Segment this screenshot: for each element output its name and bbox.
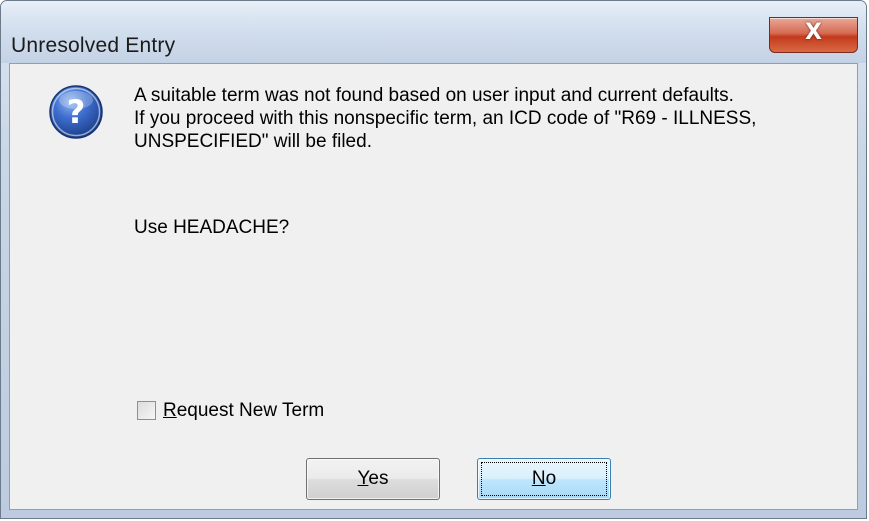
- request-new-term-label[interactable]: Request New Term: [163, 400, 324, 422]
- request-new-term-checkbox[interactable]: [137, 401, 156, 420]
- window-title: Unresolved Entry: [11, 34, 176, 57]
- request-new-term-text: Request New Term: [163, 400, 325, 421]
- message-line: UNSPECIFIED" will be filed.: [134, 131, 372, 152]
- title-bar[interactable]: Unresolved Entry X: [1, 1, 866, 63]
- no-button-label: No: [531, 468, 557, 489]
- close-icon: X: [805, 20, 822, 45]
- dialog-window: Unresolved Entry X ? A suitable term was…: [0, 0, 867, 519]
- svg-text:?: ?: [67, 93, 86, 131]
- dialog-body: ? A suitable term was not found based on…: [9, 63, 858, 510]
- message-text: A suitable term was not found based on u…: [134, 84, 854, 153]
- prompt-text: Use HEADACHE?: [134, 217, 290, 238]
- close-button[interactable]: X: [769, 17, 858, 53]
- yes-button[interactable]: Yes: [306, 458, 440, 500]
- message-line: If you proceed with this nonspecific ter…: [134, 108, 757, 129]
- question-icon: ?: [49, 85, 103, 139]
- yes-button-label: Yes: [357, 468, 389, 489]
- message-line: A suitable term was not found based on u…: [134, 85, 734, 106]
- no-button[interactable]: No: [477, 458, 611, 500]
